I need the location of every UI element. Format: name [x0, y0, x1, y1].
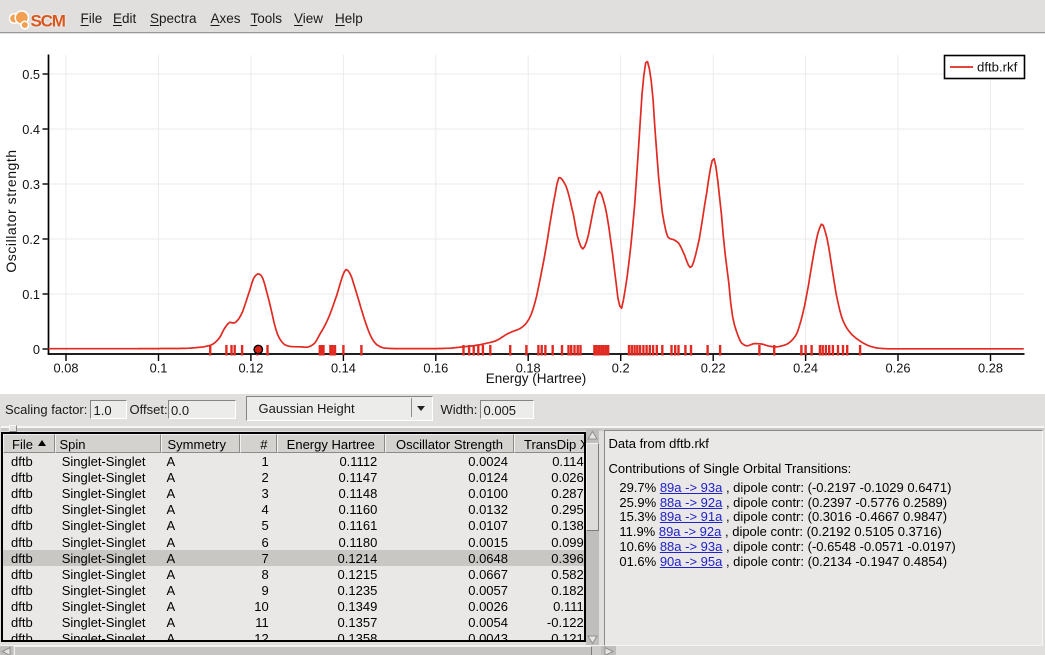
- svg-text:0.12: 0.12: [238, 361, 263, 376]
- svg-text:0.1: 0.1: [22, 287, 40, 302]
- svg-text:SCM: SCM: [31, 12, 66, 31]
- svg-text:0.2: 0.2: [22, 232, 40, 247]
- svg-text:0.2: 0.2: [612, 361, 630, 376]
- svg-text:0: 0: [33, 342, 40, 357]
- svg-text:0.26: 0.26: [886, 361, 911, 376]
- svg-text:0.1: 0.1: [150, 361, 168, 376]
- svg-text:0.22: 0.22: [701, 361, 726, 376]
- svg-text:0.14: 0.14: [331, 361, 356, 376]
- svg-text:0.3: 0.3: [22, 177, 40, 192]
- svg-text:0.28: 0.28: [978, 361, 1003, 376]
- svg-text:0.4: 0.4: [22, 122, 40, 137]
- svg-text:0.08: 0.08: [54, 361, 79, 376]
- svg-text:Oscillator strength: Oscillator strength: [3, 149, 19, 272]
- svg-text:0.24: 0.24: [793, 361, 818, 376]
- svg-text:Energy (Hartree): Energy (Hartree): [486, 371, 587, 386]
- svg-text:dftb.rkf: dftb.rkf: [977, 60, 1018, 75]
- svg-text:0.16: 0.16: [423, 361, 448, 376]
- svg-text:0.5: 0.5: [22, 67, 40, 82]
